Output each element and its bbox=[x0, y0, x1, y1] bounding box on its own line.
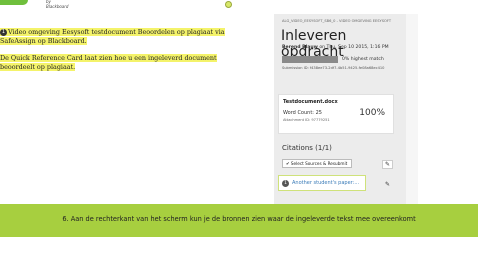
submission-meta: Berend Blauw on Thu, Sep 10 2015, 1:16 P… bbox=[282, 45, 389, 50]
select-sources-button[interactable]: ✔ Select Sources & Resubmit bbox=[282, 159, 352, 168]
author-name: Berend Blauw bbox=[282, 45, 318, 50]
step-number-icon: 1 bbox=[0, 28, 7, 36]
citations-heading: Citations (1/1) bbox=[282, 144, 332, 152]
citation-number: 1 bbox=[282, 180, 289, 187]
blackboard-logo: by Blackboard bbox=[0, 0, 68, 9]
instruction-1-text: Video omgeving Eesysoft testdocument Beo… bbox=[0, 28, 225, 45]
highest-match-text: 0% highest match bbox=[342, 57, 384, 62]
attachment-id: Attachment ID: 97779251 bbox=[283, 118, 330, 122]
citation-item[interactable]: 1 Another student's paper:... bbox=[278, 175, 366, 191]
submission-id: Submission ID: f438ee73-2df7-4b51-9425-f… bbox=[282, 66, 385, 70]
caption-text: 6. Aan de rechterkant van het scherm kun… bbox=[62, 215, 416, 223]
pin-icon[interactable]: ✎ bbox=[382, 160, 393, 169]
logo-text: by Blackboard bbox=[46, 0, 69, 9]
match-progress-bar bbox=[282, 56, 338, 63]
document-card[interactable]: Testdocument.docx Word Count: 25 Attachm… bbox=[278, 94, 394, 134]
logo-swoosh bbox=[0, 0, 28, 5]
citation-link[interactable]: Another student's paper:... bbox=[292, 180, 359, 186]
caption-banner: 6. Aan de rechterkant van het scherm kun… bbox=[0, 204, 478, 237]
word-count: Word Count: 25 bbox=[283, 110, 322, 116]
cursor-highlight-icon bbox=[225, 1, 232, 8]
document-match-percent: 100% bbox=[359, 108, 385, 118]
submitted-date: on Thu, Sep 10 2015, 1:16 PM bbox=[319, 45, 389, 50]
document-name: Testdocument.docx bbox=[283, 99, 338, 105]
safeassign-panel: ALG_VIDEO_EESYSOFT_SB6_0 - VIDEO OMGEVIN… bbox=[274, 14, 406, 204]
instruction-2: De Quick Reference Card laat zien hoe u … bbox=[0, 54, 250, 72]
panel-side-column bbox=[406, 14, 418, 204]
pin-icon[interactable]: ✎ bbox=[382, 180, 393, 189]
instruction-2-text: De Quick Reference Card laat zien hoe u … bbox=[0, 54, 217, 71]
instruction-1: 1 Video omgeving Eesysoft testdocument Be… bbox=[0, 28, 250, 46]
breadcrumb[interactable]: ALG_VIDEO_EESYSOFT_SB6_0 - VIDEO OMGEVIN… bbox=[282, 19, 402, 24]
instructions: 1 Video omgeving Eesysoft testdocument Be… bbox=[0, 28, 250, 80]
